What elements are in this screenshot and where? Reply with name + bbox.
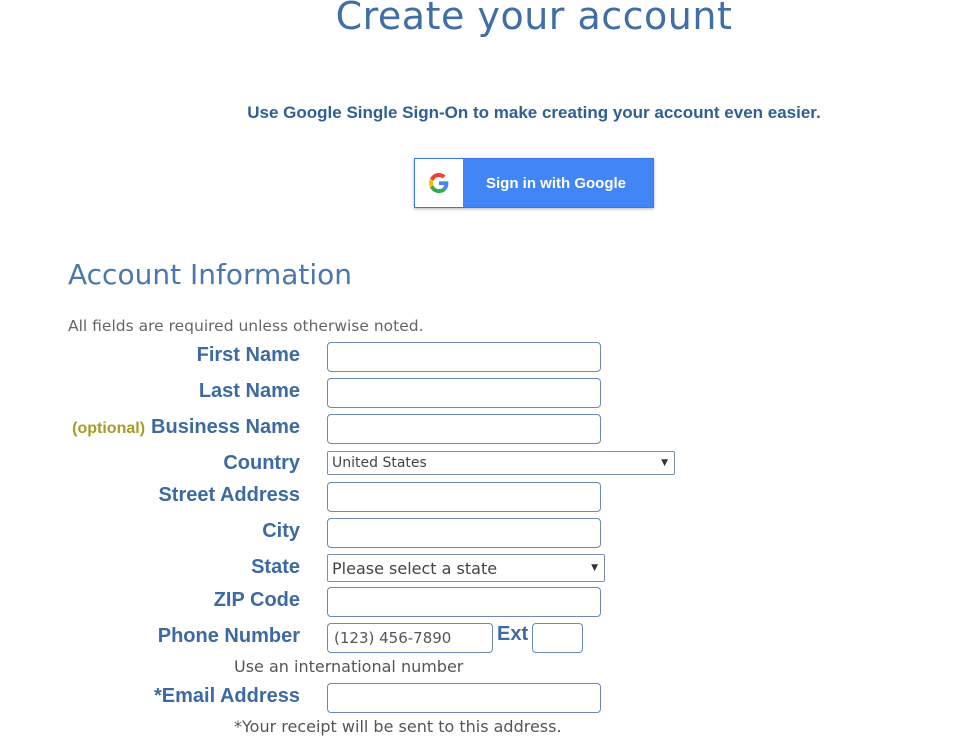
zip-code-label: ZIP Code [213,589,300,611]
country-label: Country [223,452,300,474]
section-title: Account Information [68,258,353,291]
email-address-input[interactable] [327,683,601,713]
street-address-label: Street Address [158,484,300,506]
state-selected-value: Please select a state [332,558,498,578]
phone-number-label: Phone Number [157,625,300,647]
optional-tag: (optional) [72,420,146,437]
chevron-down-icon: ▼ [591,563,598,573]
google-g-icon [429,173,449,193]
business-name-input[interactable] [327,414,601,444]
zip-code-input[interactable] [327,587,601,617]
first-name-input[interactable] [327,342,601,372]
last-name-label: Last Name [198,380,300,402]
street-address-input[interactable] [327,482,601,512]
ext-label: Ext [497,623,529,645]
country-selected-value: United States [332,455,427,471]
page-title: Create your account [335,0,733,38]
google-sign-in-button[interactable]: Sign in with Google [414,158,654,208]
email-helper-text: *Your receipt will be sent to this addre… [234,717,562,736]
sso-prompt: Use Google Single Sign-On to make creati… [247,103,821,122]
phone-number-input[interactable] [327,623,493,653]
google-sign-in-label: Sign in with Google [486,174,626,192]
last-name-input[interactable] [327,378,601,408]
first-name-label: First Name [196,344,300,366]
phone-helper-text: Use an international number [234,657,464,676]
business-name-label-group: (optional) Business Name [72,414,300,442]
city-input[interactable] [327,518,601,548]
country-select[interactable]: United States ▼ [327,451,675,475]
state-label: State [251,556,300,578]
business-name-label: Business Name [151,416,300,438]
email-address-label: *Email Address [154,685,300,707]
phone-ext-input[interactable] [532,623,583,653]
required-note: All fields are required unless otherwise… [68,317,424,335]
state-select[interactable]: Please select a state ▼ [327,554,605,582]
city-label: City [262,520,300,542]
chevron-down-icon: ▼ [661,458,668,468]
google-logo-box [415,159,463,207]
